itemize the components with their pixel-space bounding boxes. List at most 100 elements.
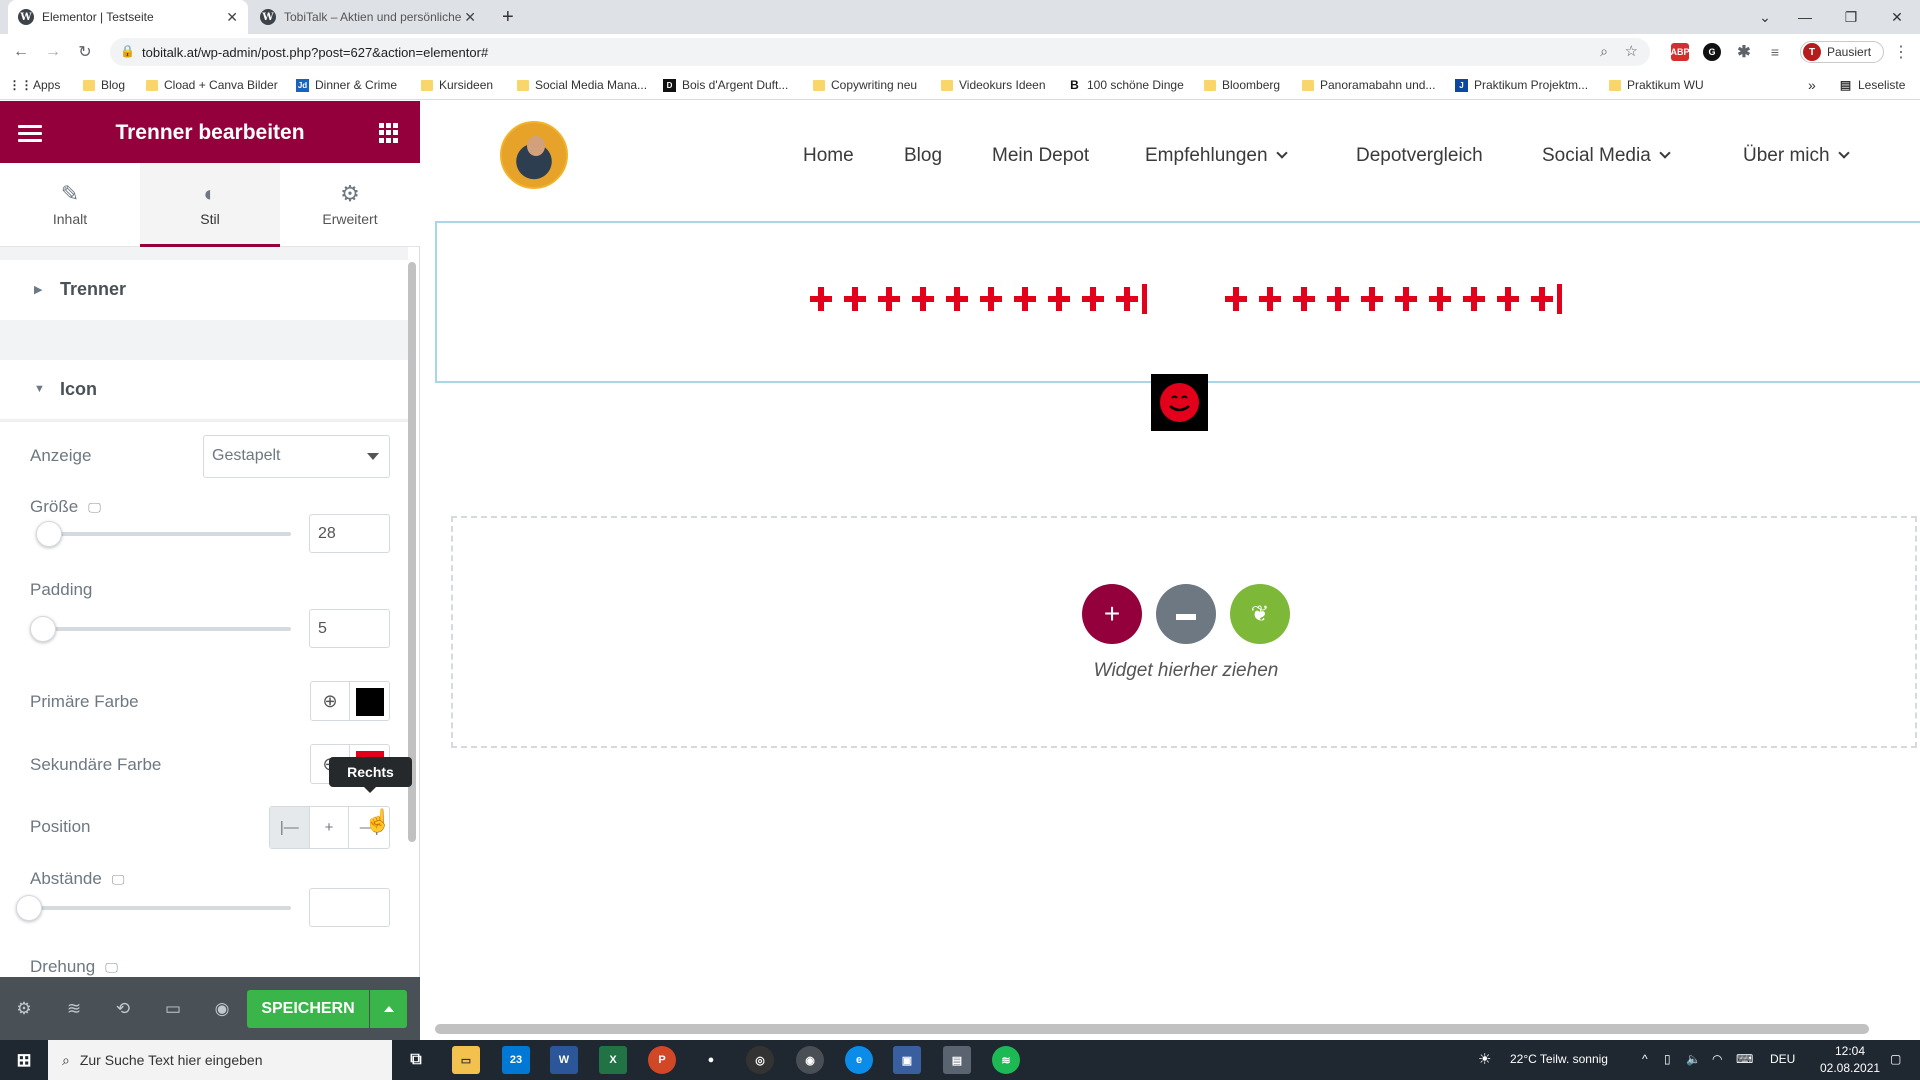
padding-slider-track[interactable] <box>38 627 291 631</box>
more-bookmarks-icon[interactable]: » <box>1808 77 1816 93</box>
bookmark-videokurs[interactable]: Videokurs Ideen <box>941 77 1046 93</box>
browser-tab-elementor[interactable]: W Elementor | Testseite ✕ <box>8 0 248 34</box>
bookmark-bois[interactable]: D Bois d'Argent Duft... <box>663 77 788 93</box>
profile-button[interactable]: T Pausiert <box>1800 41 1884 63</box>
zoom-icon[interactable]: ⌕ <box>1600 43 1608 60</box>
abstaende-slider-handle[interactable] <box>16 895 42 921</box>
taskbar-search[interactable]: ⌕ Zur Suche Text hier eingeben <box>48 1040 392 1080</box>
bookmark-panoramabahn[interactable]: Panoramabahn und... <box>1302 77 1435 93</box>
new-tab-button[interactable]: + <box>492 0 526 34</box>
reload-icon[interactable]: ↻ <box>74 41 96 63</box>
star-icon[interactable]: ☆ <box>1625 42 1638 60</box>
nav-social-media[interactable]: Social Media <box>1542 145 1671 167</box>
bookmark-copywriting[interactable]: Copywriting neu <box>813 77 917 93</box>
close-tab-icon[interactable]: ✕ <box>464 9 476 26</box>
add-section-button[interactable]: + <box>1082 584 1142 644</box>
monitor-icon[interactable]: 🖵 <box>88 500 101 515</box>
language-indicator[interactable]: DEU <box>1770 1052 1795 1066</box>
abstaende-slider-track[interactable] <box>38 906 291 910</box>
edge-icon[interactable]: e <box>845 1046 873 1074</box>
task-view-icon[interactable]: ⧉ <box>402 1046 430 1074</box>
global-colors-icon[interactable]: ⊕ <box>310 681 350 721</box>
nav-blog[interactable]: Blog <box>904 145 942 167</box>
widget-drop-zone[interactable]: + ▬ ❦ Widget hierher ziehen <box>451 516 1917 748</box>
align-center-icon[interactable]: + <box>310 807 350 848</box>
nav-ueber-mich[interactable]: Über mich <box>1743 145 1850 167</box>
tab-stil[interactable]: ◐ Stil <box>140 163 280 247</box>
keyboard-icon[interactable]: ⌨ <box>1736 1052 1753 1066</box>
browser-tab-tobitalk[interactable]: W TobiTalk – Aktien und persönliche ✕ <box>250 0 486 34</box>
section-icon[interactable]: ▼ Icon <box>0 360 408 420</box>
battery-icon[interactable]: ▯ <box>1664 1052 1671 1066</box>
notepad-icon[interactable]: ▤ <box>943 1046 971 1074</box>
widgets-grid-icon[interactable] <box>379 123 399 143</box>
bookmark-canva[interactable]: Cload + Canva Bilder <box>146 77 278 93</box>
reading-list[interactable]: ▤ Leseliste <box>1839 77 1906 93</box>
panel-scrollbar[interactable] <box>408 262 416 842</box>
groesse-slider-track[interactable] <box>38 532 291 536</box>
save-button[interactable]: SPEICHERN <box>247 990 369 1028</box>
bookmark-blog[interactable]: Blog <box>83 77 125 93</box>
app-icon[interactable]: ● <box>697 1046 725 1074</box>
tray-chevron-icon[interactable]: ^ <box>1642 1052 1648 1066</box>
bookmark-apps[interactable]: ⋮⋮ Apps <box>9 77 61 93</box>
bookmark-kursideen[interactable]: Kursideen <box>421 77 493 93</box>
anzeige-select[interactable]: Gestapelt <box>203 435 390 478</box>
site-logo[interactable] <box>500 121 568 189</box>
history-icon[interactable]: ⟲ <box>111 997 135 1021</box>
save-options-button[interactable] <box>370 990 407 1028</box>
tab-inhalt[interactable]: ✎ Inhalt <box>0 163 140 247</box>
bookmark-praktikum-wu[interactable]: Praktikum WU <box>1609 77 1704 93</box>
back-icon[interactable]: ← <box>10 41 32 63</box>
bookmark-social-media[interactable]: Social Media Mana... <box>517 77 647 93</box>
responsive-mode-icon[interactable]: ▭ <box>161 997 185 1021</box>
divider-icon[interactable] <box>1151 374 1208 431</box>
grammarly-icon[interactable]: G <box>1703 43 1721 61</box>
padding-input[interactable]: 5 <box>309 609 390 648</box>
chrome-icon[interactable]: ◉ <box>796 1046 824 1074</box>
close-tab-icon[interactable]: ✕ <box>226 9 238 26</box>
navigator-layers-icon[interactable]: ≋ <box>62 997 86 1021</box>
preview-eye-icon[interactable]: ◉ <box>210 997 234 1021</box>
weather-text[interactable]: 22°C Teilw. sonnig <box>1510 1052 1608 1066</box>
section-trenner[interactable]: ▶ Trenner <box>0 260 408 320</box>
obs-icon[interactable]: ◎ <box>746 1046 774 1074</box>
align-left-icon[interactable]: |— <box>270 807 310 848</box>
media-control-icon[interactable]: ≡ <box>1766 43 1784 61</box>
mail-icon[interactable]: 23 <box>502 1046 530 1074</box>
nav-empfehlungen[interactable]: Empfehlungen <box>1145 145 1288 167</box>
nav-home[interactable]: Home <box>803 145 854 167</box>
restore-icon[interactable]: ❐ <box>1828 0 1874 34</box>
extensions-icon[interactable]: ✱ <box>1735 43 1753 61</box>
adblock-icon[interactable]: ABP <box>1671 43 1690 61</box>
leaf-template-button[interactable]: ❦ <box>1230 584 1290 644</box>
forward-icon[interactable]: → <box>42 41 64 63</box>
address-bar[interactable]: 🔒 tobitalk.at/wp-admin/post.php?post=627… <box>110 38 1650 66</box>
preview-horizontal-scrollbar[interactable] <box>435 1024 1869 1034</box>
bookmark-bloomberg[interactable]: Bloomberg <box>1204 77 1280 93</box>
bookmark-dinner[interactable]: Jd Dinner & Crime <box>296 77 397 93</box>
bookmark-praktikum-projekt[interactable]: J Praktikum Projektm... <box>1455 77 1588 93</box>
minimize-icon[interactable]: — <box>1782 0 1828 34</box>
word-icon[interactable]: W <box>550 1046 578 1074</box>
tab-erweitert[interactable]: ⚙ Erweitert <box>280 163 420 247</box>
clock[interactable]: 12:04 02.08.2021 <box>1820 1044 1880 1075</box>
groesse-input[interactable]: 28 <box>309 514 390 553</box>
spotify-icon[interactable]: ≋ <box>992 1046 1020 1074</box>
monitor-icon[interactable]: 🖵 <box>105 960 118 975</box>
excel-icon[interactable]: X <box>599 1046 627 1074</box>
groesse-slider-handle[interactable] <box>36 521 62 547</box>
monitor-icon[interactable]: 🖵 <box>112 872 125 887</box>
primary-color-picker[interactable] <box>350 681 390 721</box>
divider-widget-section[interactable] <box>435 221 1920 383</box>
close-window-icon[interactable]: ✕ <box>1874 0 1920 34</box>
template-library-button[interactable]: ▬ <box>1156 584 1216 644</box>
notifications-icon[interactable]: ▢ <box>1890 1052 1901 1066</box>
app-window-icon[interactable]: ▣ <box>893 1046 921 1074</box>
powerpoint-icon[interactable]: P <box>648 1046 676 1074</box>
browser-menu-icon[interactable]: ⋮ <box>1890 41 1912 63</box>
bookmark-100-dinge[interactable]: B 100 schöne Dinge <box>1068 77 1184 93</box>
windows-start-icon[interactable]: ⊞ <box>10 1046 38 1074</box>
nav-mein-depot[interactable]: Mein Depot <box>992 145 1089 167</box>
nav-depotvergleich[interactable]: Depotvergleich <box>1356 145 1483 167</box>
